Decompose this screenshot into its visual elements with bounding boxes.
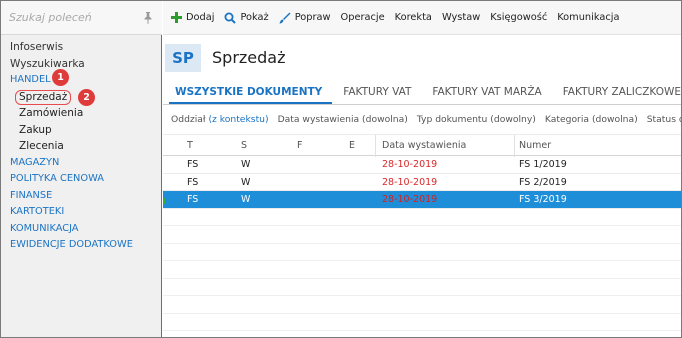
documents-table: T S F E Data wystawienia Numer FS W 28-1… [163, 134, 681, 337]
module-code-badge: SP [165, 44, 201, 72]
sidebar-item-ewidencje-dodatkowe[interactable]: EWIDENCJE DODATKOWE [10, 237, 133, 254]
empty-row [163, 226, 681, 244]
empty-row [163, 209, 681, 226]
accounting-menu[interactable]: Księgowość [490, 12, 547, 23]
column-divider[interactable] [375, 135, 376, 157]
tab-vat-margin-invoices[interactable]: FAKTURY VAT MARŻA [426, 80, 551, 104]
tab-advance-invoices[interactable]: FAKTURY ZALICZKOWE [557, 80, 682, 104]
column-header-t[interactable]: T [187, 140, 193, 151]
cell-status: W [241, 176, 251, 188]
add-button[interactable]: Dodaj [171, 12, 214, 23]
filter-category[interactable]: Kategoria (dowolna) [545, 114, 638, 125]
search-box[interactable]: Szukaj poleceń [1, 1, 162, 35]
search-placeholder[interactable]: Szukaj poleceń [9, 11, 92, 24]
cell-number: FS 2/2019 [519, 176, 567, 188]
step-badge-2: 2 [78, 89, 95, 106]
tab-vat-invoices[interactable]: FAKTURY VAT [337, 80, 421, 104]
cell-type: FS [187, 176, 199, 188]
tab-all-documents[interactable]: WSZYSTKIE DOKUMENTY [169, 80, 333, 104]
document-tabs: WSZYSTKIE DOKUMENTY FAKTURY VAT FAKTURY … [163, 80, 681, 105]
page-title: Sprzedaż [212, 48, 286, 67]
column-divider[interactable] [514, 135, 515, 157]
table-row-selected[interactable]: FS W 28-10-2019 FS 3/2019 [163, 191, 681, 209]
cell-issue-date: 28-10-2019 [382, 159, 438, 170]
sprzedaz-label[interactable]: Sprzedaż [15, 89, 72, 105]
empty-row [163, 244, 681, 261]
filter-bar: Oddział (z kontekstu) Data wystawienia (… [163, 106, 681, 132]
column-header-issue-date[interactable]: Data wystawienia [382, 140, 466, 151]
sidebar-subitem-zamowienia[interactable]: Zamówienia [10, 105, 133, 122]
sidebar-subitem-sprzedaz[interactable]: Sprzedaż [10, 89, 133, 106]
brush-icon [279, 12, 291, 23]
empty-row [163, 261, 681, 279]
column-header-e[interactable]: E [349, 140, 355, 151]
column-header-number[interactable]: Numer [519, 140, 551, 151]
filter-branch-label: Oddział [171, 113, 206, 125]
table-row[interactable]: FS W 28-10-2019 FS 1/2019 [163, 156, 681, 174]
sidebar-item-polityka-cenowa[interactable]: POLITYKA CENOWA [10, 171, 133, 188]
sidebar-item-wyszukiwarka[interactable]: Wyszukiwarka [10, 56, 133, 73]
sidebar-subitem-zakup[interactable]: Zakup [10, 122, 133, 139]
cell-status: W [241, 159, 251, 170]
filter-issue-date[interactable]: Data wystawienia (dowolna) [278, 114, 408, 125]
cell-number: FS 1/2019 [519, 159, 567, 170]
sidebar-item-handel[interactable]: HANDEL [10, 72, 133, 89]
empty-row [163, 331, 681, 337]
filter-document-type[interactable]: Typ dokumentu (dowolny) [417, 114, 536, 125]
empty-row [163, 296, 681, 314]
sidebar-nav: Infoserwis Wyszukiwarka HANDEL Sprzedaż … [10, 39, 133, 254]
empty-row [163, 279, 681, 296]
column-header-f[interactable]: F [297, 140, 302, 151]
cell-number: FS 3/2019 [519, 194, 567, 205]
issue-menu[interactable]: Wystaw [442, 12, 480, 23]
edit-button[interactable]: Popraw [279, 12, 331, 24]
sidebar-subitem-zlecenia[interactable]: Zlecenia [10, 138, 133, 155]
operations-menu[interactable]: Operacje [341, 12, 385, 23]
cell-type: FS [187, 159, 199, 170]
search-icon [224, 12, 237, 24]
cell-issue-date: 28-10-2019 [382, 176, 438, 188]
table-header: T S F E Data wystawienia Numer [163, 134, 681, 157]
filter-branch[interactable]: Oddział (z kontekstu) [171, 114, 269, 125]
correction-menu[interactable]: Korekta [395, 12, 432, 23]
show-label: Pokaż [240, 12, 269, 23]
empty-row [163, 314, 681, 331]
module-header: SP Sprzedaż [163, 36, 681, 78]
sidebar-item-finanse[interactable]: FINANSE [10, 188, 133, 205]
cell-issue-date: 28-10-2019 [382, 194, 438, 205]
toolbar: Dodaj Pokaż Popraw Operacje Korekta Wyst… [163, 1, 681, 35]
communication-menu[interactable]: Komunikacja [557, 12, 619, 23]
sidebar-item-komunikacja[interactable]: KOMUNIKACJA [10, 221, 133, 238]
column-header-s[interactable]: S [241, 140, 247, 151]
filter-branch-value[interactable]: (z kontekstu) [208, 114, 268, 125]
show-button[interactable]: Pokaż [224, 12, 269, 24]
cell-type: FS [187, 194, 199, 205]
pin-icon[interactable] [143, 12, 153, 24]
step-badge-1: 1 [52, 69, 69, 86]
sidebar: Szukaj poleceń Infoserwis Wyszukiwarka H… [1, 1, 162, 337]
filter-document-status[interactable]: Status dokumentu [647, 114, 681, 125]
table-row[interactable]: FS W 28-10-2019 FS 2/2019 [163, 174, 681, 191]
sidebar-item-kartoteki[interactable]: KARTOTEKI [10, 204, 133, 221]
edit-label: Popraw [294, 12, 331, 23]
sidebar-item-magazyn[interactable]: MAGAZYN [10, 155, 133, 172]
add-label: Dodaj [186, 12, 215, 23]
row-marker [163, 198, 165, 204]
sidebar-item-infoserwis[interactable]: Infoserwis [10, 39, 133, 56]
plus-icon [171, 12, 182, 23]
cell-status: W [241, 194, 251, 205]
